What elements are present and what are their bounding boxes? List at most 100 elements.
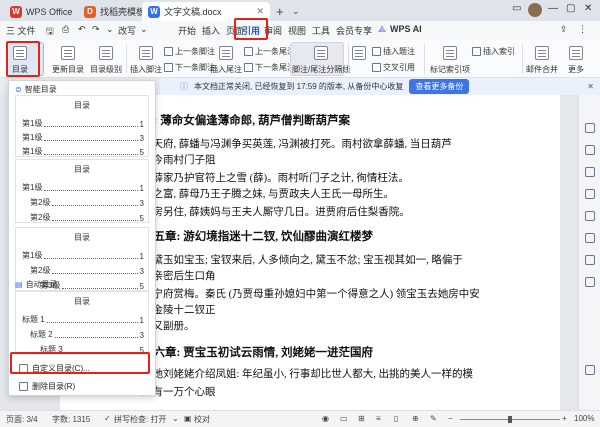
chapter-heading[interactable]: 第五章: 游幻境指迷十二钗, 饮仙醪曲演红楼梦 — [142, 228, 373, 244]
print-icon[interactable]: ⎙ — [62, 24, 69, 35]
outline-view-icon[interactable]: ≡ — [376, 414, 381, 423]
notification-text: 本文档正常关闭, 已经恢复到 17:59 的版本, 从备份中心收复 — [194, 82, 404, 91]
tab-document[interactable]: W 文字文稿.docx ✕ — [142, 2, 270, 21]
prev-endnote-button[interactable]: 上一条尾注 — [244, 46, 295, 57]
undo-icon[interactable]: ↶ — [78, 24, 86, 35]
redo-icon[interactable]: ↷ — [92, 24, 100, 35]
more-icon[interactable]: ⋮ — [578, 24, 587, 35]
chapter-heading[interactable]: 第六章: 贾宝玉初试云雨情, 刘姥姥一进茫国府 — [142, 344, 373, 360]
translate-icon[interactable] — [585, 277, 595, 287]
menu-reference[interactable]: 引用 — [242, 24, 260, 37]
insert-caption-icon-button[interactable] — [352, 46, 366, 60]
menu-insert[interactable]: 插入 — [202, 24, 220, 37]
close-icon[interactable]: ✕ — [587, 82, 594, 91]
close-window-icon[interactable]: ✕ — [584, 3, 592, 14]
page-view-icon[interactable]: ▭ — [340, 414, 348, 423]
zoom-out-icon[interactable]: − — [448, 414, 453, 423]
tab-wps-office[interactable]: W WPS Office — [4, 2, 78, 21]
shape-icon[interactable] — [585, 211, 595, 221]
prev-footnote-button[interactable]: 上一条脚注 — [164, 46, 215, 57]
update-toc-button[interactable]: 更新目录 — [52, 46, 84, 75]
menu-member[interactable]: 会员专享 — [336, 24, 372, 37]
toc-button[interactable]: 目录 — [12, 46, 28, 75]
settings-icon[interactable] — [585, 365, 595, 375]
view-more-backups-button[interactable]: 查看更多备份 — [409, 79, 470, 94]
zoom-level[interactable]: 100% — [574, 414, 594, 423]
menu-wps-ai[interactable]: WPS AI — [390, 24, 422, 34]
close-icon[interactable]: ✕ — [256, 6, 264, 17]
toc-entry: 第2级 3 — [30, 198, 144, 208]
chapter-heading[interactable]: 章: 薄命女偏逢薄命郎, 葫芦僧判断葫芦案 — [142, 112, 350, 128]
next-endnote-button[interactable]: 下一条尾注 — [244, 62, 295, 73]
zoom-in-icon[interactable]: + — [562, 414, 567, 423]
more-button[interactable]: 更多 — [568, 46, 584, 75]
insert-caption-button[interactable]: 插入题注 — [372, 46, 415, 57]
undo-more-label[interactable]: 改写 — [118, 24, 136, 37]
avatar[interactable] — [528, 3, 542, 17]
minimize-icon[interactable]: — — [548, 3, 558, 14]
toc-template-2[interactable]: 目录 第1级 1 第2级 3 第2级 5 — [15, 159, 149, 223]
comment-icon[interactable] — [585, 233, 595, 243]
toc-template-1[interactable]: 目录 第1级 1 第1级 3 第1级 5 — [15, 95, 149, 157]
toc-title: 目录 — [74, 101, 90, 110]
ai-icon[interactable]: ⟁ — [378, 24, 386, 35]
paragraph-line[interactable]: 说薛家乃护官符上之雪 (薛)。雨村听门子之计, 徇情枉法。 — [142, 170, 409, 185]
cross-reference-label: 交叉引用 — [383, 63, 415, 72]
next-footnote-button[interactable]: 下一条脚注 — [164, 62, 215, 73]
history-icon[interactable] — [585, 255, 595, 265]
proofread-button[interactable]: 校对 — [194, 414, 210, 425]
menu-review[interactable]: 审阅 — [264, 24, 282, 37]
mail-merge-label: 邮件合并 — [526, 65, 558, 74]
select-icon[interactable] — [585, 123, 595, 133]
menu-start[interactable]: 开始 — [178, 24, 196, 37]
chevron-down-icon[interactable]: ⌄ — [140, 24, 148, 35]
paragraph-line[interactable]: 家房另住, 薛姨妈与王夫人厮守几日。进贾府后住梨香院。 — [142, 204, 410, 219]
refresh-icon — [61, 46, 75, 60]
maximize-icon[interactable]: ▢ — [566, 3, 575, 14]
insert-endnote-button[interactable]: 插入尾注 — [210, 46, 242, 75]
mail-merge-button[interactable]: 邮件合并 — [526, 46, 558, 75]
paragraph-line[interactable]: 只天府, 薛蟠与冯渊争买英莲, 冯渊被打死。雨村欲拿薛蟠, 当日葫芦 — [142, 136, 452, 151]
mark-index-button[interactable]: 标记索引项 — [430, 46, 470, 75]
file-menu[interactable]: 三 文件 — [6, 24, 36, 37]
layout-icon[interactable] — [585, 189, 595, 199]
web-view-icon[interactable]: ⊞ — [358, 414, 365, 423]
docer-logo-icon: D — [84, 5, 96, 18]
style-icon[interactable] — [585, 167, 595, 177]
spell-check-toggle[interactable]: 拼写检查: 打开 — [114, 414, 166, 425]
toc-level-button[interactable]: 目录级别 — [90, 46, 122, 75]
save-icon[interactable]: 🖫 — [46, 24, 54, 40]
share-icon[interactable]: ⇪ — [560, 24, 568, 35]
read-view-icon[interactable]: ▯ — [394, 414, 398, 423]
note-split-button[interactable]: 脚注/尾注分隔线 — [292, 46, 350, 75]
new-tab-icon[interactable]: + — [276, 4, 284, 19]
auto-toc-template[interactable]: 目录 标题 11 标题 23 标题 35 — [15, 291, 149, 355]
chevron-down-icon[interactable]: ⌄ — [292, 6, 300, 17]
zoom-slider-thumb[interactable] — [508, 416, 512, 423]
view-icon[interactable]: ◉ — [322, 414, 329, 423]
chevron-down-icon[interactable]: ⌄ — [106, 24, 114, 35]
insert-footnote-button[interactable]: 插入脚注 — [130, 46, 162, 75]
insert-index-button[interactable]: 插入索引 — [472, 46, 515, 57]
edit-icon[interactable] — [585, 145, 595, 155]
word-count[interactable]: 字数: 1315 — [52, 414, 90, 425]
delete-toc-item[interactable]: 删除目录(R) — [19, 381, 75, 392]
paragraph-line[interactable]: 爱黛玉如宝玉; 宝钗来后, 人多倾向之, 黛玉不忿; 宝玉视其如一, 略偏于 — [142, 252, 463, 267]
custom-toc-item[interactable]: 自定义目录(C)... — [19, 363, 90, 374]
paragraph-line[interactable]: 万之富, 薛母乃王子腾之妹, 与贾政夫人王氏一母所生。 — [142, 186, 394, 201]
globe-icon[interactable]: ⊕ — [412, 414, 419, 423]
cross-reference-button[interactable]: 交叉引用 — [372, 62, 415, 73]
info-icon: ⓘ — [180, 82, 188, 91]
menu-view[interactable]: 视图 — [288, 24, 306, 37]
pen-icon[interactable]: ✎ — [430, 414, 437, 423]
menu-tools[interactable]: 工具 — [312, 24, 330, 37]
page-indicator[interactable]: 页面: 3/4 — [6, 414, 38, 425]
tab-template[interactable]: D 找稻壳模板 — [78, 2, 151, 21]
smart-toc-icon: ⊜ — [15, 85, 22, 94]
paragraph-line[interactable]: 的她刘姥姥介绍凤姐: 年纪虽小, 行事却比世人都大, 出挑的美人一样的模 — [142, 366, 473, 381]
prev-footnote-label: 上一条脚注 — [175, 47, 215, 56]
paragraph-line[interactable]: 去宁府赏梅。秦氏 (乃贾母重孙媳妇中第一个得意之人) 领宝玉去她房中安 — [142, 286, 480, 301]
window-layout-icon[interactable]: ▭ — [512, 3, 521, 14]
chevron-down-icon[interactable]: ⌄ — [172, 414, 179, 423]
tab-bar: W WPS Office D 找稻壳模板 W 文字文稿.docx ✕ + ⌄ ▭… — [0, 0, 600, 21]
